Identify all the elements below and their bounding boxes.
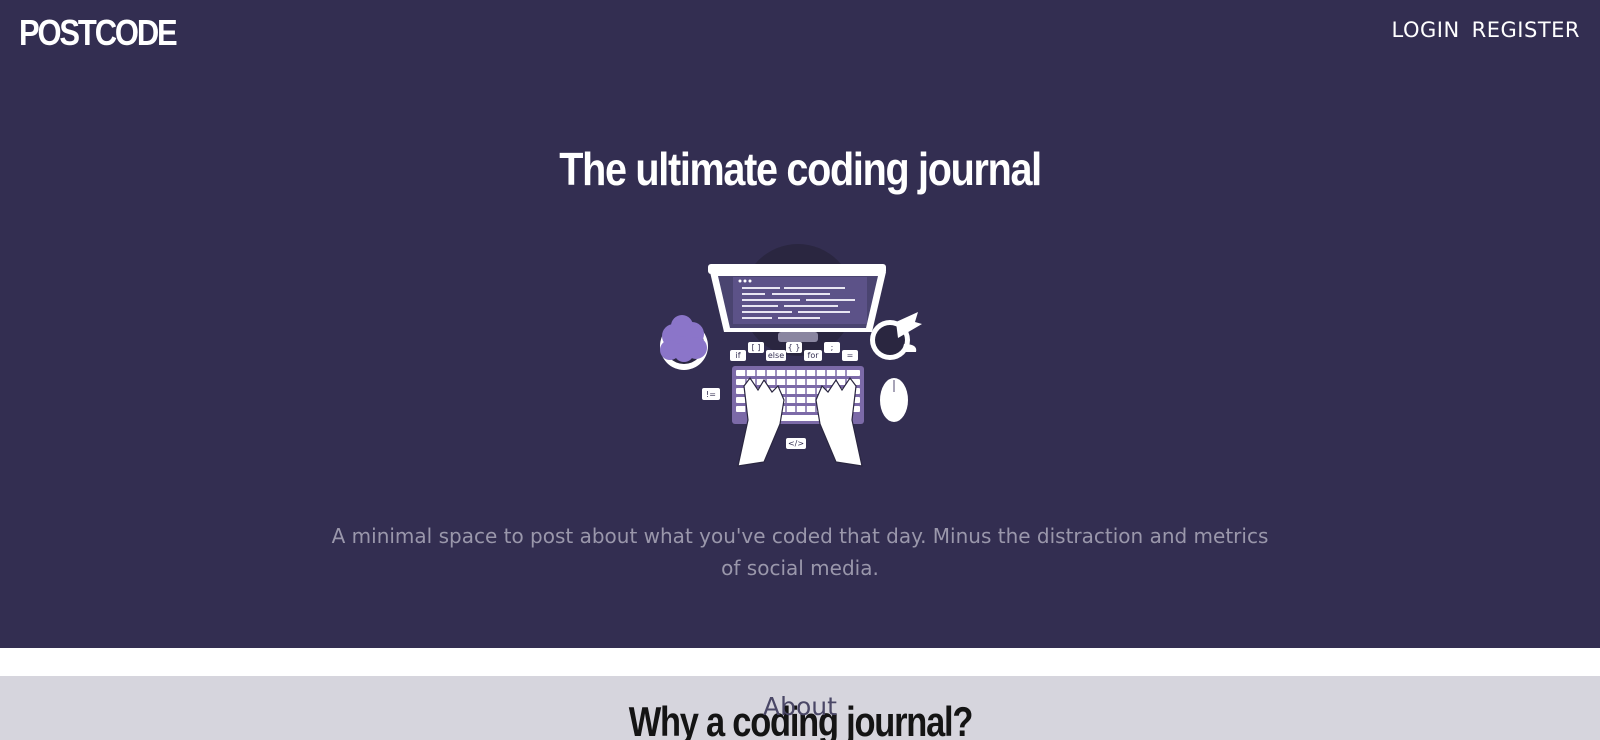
top-nav: LOGIN REGISTER [1392,18,1581,42]
bubble-equals: = [847,351,854,360]
bubble-if: if [735,351,740,360]
register-link[interactable]: REGISTER [1472,18,1580,42]
coder-at-desk-illustration: if [ ] else { } for ; = != </> [660,244,922,467]
hero-tagline: A minimal space to post about what you'v… [331,524,1269,580]
hero-title: The ultimate coding journal [559,143,1042,195]
bubble-not-equals: != [706,390,716,399]
bubble-semicolon: ; [831,343,834,352]
about-label: About [763,692,837,721]
bubble-braces: { } [788,343,801,352]
plant-leaves [660,315,707,362]
login-link[interactable]: LOGIN [1392,18,1460,42]
brand-logo[interactable]: POSTCODE [19,12,178,54]
about-section: Why a coding journal? About [0,676,1600,740]
bubble-for: for [808,351,820,360]
hero-section: POSTCODE LOGIN REGISTER The ultimate cod… [0,0,1600,648]
bubble-brackets: [ ] [752,343,761,352]
bubble-tag: </> [788,439,804,448]
bubble-else: else [768,351,784,360]
